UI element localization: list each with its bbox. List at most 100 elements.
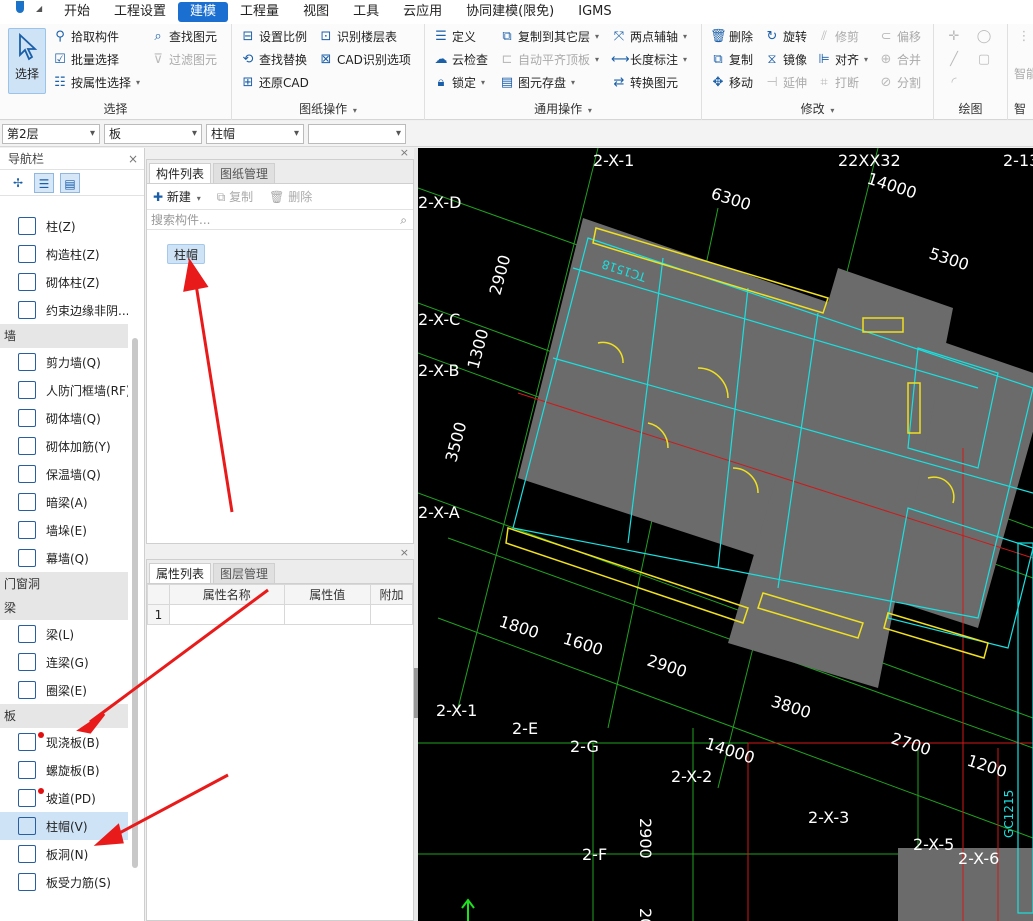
nav-item-column[interactable]: 柱(Z) <box>0 212 128 240</box>
pick-component-button[interactable]: ⚲ 拾取构件 <box>52 27 119 47</box>
nav-category-wall[interactable]: 墙 <box>0 324 128 348</box>
save-element-icon: ▤ <box>500 75 514 90</box>
cad-options-button[interactable]: ⊠ CAD识别选项 <box>318 50 411 70</box>
menu-collab[interactable]: 协同建模(限免) <box>454 2 566 22</box>
extend-button[interactable]: ⊣ 延伸 <box>764 73 807 93</box>
new-button[interactable]: ✚ 新建 ▾ <box>153 188 201 205</box>
draw-circle-button[interactable]: ◯ <box>976 27 992 47</box>
menu-tools[interactable]: 工具 <box>341 2 391 22</box>
nav-item-slab-hole[interactable]: 板洞(N) <box>0 840 128 868</box>
define-button[interactable]: ☰ 定义 <box>433 27 476 47</box>
draw-rect-button[interactable]: ▢ <box>976 50 992 70</box>
menu-quantity[interactable]: 工程量 <box>228 2 291 22</box>
break-button[interactable]: ⌗ 打断 <box>816 73 859 93</box>
cloud-check-button[interactable]: ☁ 云检查 <box>433 50 489 70</box>
smart-button[interactable]: ⋮ <box>1016 27 1032 47</box>
component-item[interactable]: 柱帽 <box>167 244 206 264</box>
trim-button[interactable]: ⫽ 修剪 <box>816 27 859 47</box>
find-replace-button[interactable]: ⟲ 查找替换 <box>240 50 307 70</box>
nav-item-civil-defense-wall[interactable]: 人防门框墙(RF) <box>0 376 128 404</box>
nav-item-masonry-wall[interactable]: 砌体墙(Q) <box>0 404 128 432</box>
tab-layer-manage[interactable]: 图层管理 <box>213 563 276 583</box>
menu-view[interactable]: 视图 <box>291 2 341 22</box>
close-icon[interactable]: × <box>128 148 138 170</box>
nav-item-wall-pier[interactable]: 墙垛(E) <box>0 516 128 544</box>
move-button[interactable]: ✥ 移动 <box>710 73 753 93</box>
set-scale-button[interactable]: ⊟ 设置比例 <box>240 27 307 47</box>
copy-component-button[interactable]: ⧉ 复制 <box>217 188 253 205</box>
delete-button[interactable]: 🗑︎ 删除 <box>710 27 753 47</box>
find-element-button[interactable]: ⌕ 查找图元 <box>150 27 217 47</box>
rotate-button[interactable]: ↻ 旋转 <box>764 27 807 47</box>
save-element-button[interactable]: ▤ 图元存盘 ▾ <box>499 73 575 93</box>
component-select[interactable]: 柱帽 <box>206 124 304 144</box>
identify-floor-table-button[interactable]: ⊡ 识别楼层表 <box>318 27 397 47</box>
nav-category-door-window[interactable]: 门窗洞 <box>0 572 128 596</box>
nav-item-shear-wall[interactable]: 剪力墙(Q) <box>0 348 128 376</box>
nav-item-edge-constraint[interactable]: 约束边缘非阴... <box>0 296 128 324</box>
copy-to-floor-button[interactable]: ⧉ 复制到其它层 ▾ <box>499 27 599 47</box>
close-icon[interactable]: × <box>400 546 409 559</box>
extra-select[interactable] <box>308 124 406 144</box>
nav-item-spiral-slab[interactable]: 螺旋板(B) <box>0 756 128 784</box>
length-mark-button[interactable]: ⟷ 长度标注 ▾ <box>611 50 687 70</box>
mirror-button[interactable]: ⧖ 镜像 <box>764 50 807 70</box>
attribute-list-panel: × 属性列表 图层管理 属性名称 属性值 附加 1 <box>146 546 414 921</box>
detail-view-icon[interactable]: ▤ <box>60 172 80 193</box>
convert-element-button[interactable]: ⇄ 转换图元 <box>611 73 678 93</box>
tab-drawing-manage[interactable]: 图纸管理 <box>213 163 276 183</box>
restore-cad-button[interactable]: ⊞ 还原CAD <box>240 73 309 93</box>
draw-arc-button[interactable]: ◜ <box>946 73 962 93</box>
split-button[interactable]: ⊘ 分割 <box>878 73 921 93</box>
offset-button[interactable]: ⊂ 偏移 <box>878 27 921 47</box>
floor-select[interactable]: 第2层 <box>2 124 100 144</box>
nav-item-cast-slab[interactable]: 现浇板(B) <box>0 728 128 756</box>
close-icon[interactable]: × <box>400 146 409 159</box>
nav-item-masonry-column[interactable]: 砌体柱(Z) <box>0 268 128 296</box>
copy-button[interactable]: ⧉ 复制 <box>710 50 753 70</box>
nav-item-ring-beam[interactable]: 圈梁(E) <box>0 676 128 704</box>
nav-item-insulation-wall[interactable]: 保温墙(Q) <box>0 460 128 488</box>
lock-button[interactable]: 🔒︎ 锁定 ▾ <box>433 73 486 93</box>
draw-point-button[interactable]: ✛ <box>946 27 962 47</box>
pin-icon[interactable]: ✢ <box>8 173 28 193</box>
cad-canvas[interactable]: 2-X-1 22XX32 2-13 2-X-D 2-X-C 2-X-B 2-X-… <box>418 148 1033 921</box>
auto-flat-button[interactable]: ⊏ 自动平齐顶板 ▾ <box>499 50 599 70</box>
type-select[interactable]: 板 <box>104 124 202 144</box>
menu-cloud[interactable]: 云应用 <box>391 2 454 22</box>
masonry-rebar-icon <box>18 437 36 455</box>
nav-item-beam[interactable]: 梁(L) <box>0 620 128 648</box>
nav-item-column-cap[interactable]: 柱帽(V) <box>0 812 128 840</box>
ribbon-group-select: 选择 ⚲ 拾取构件 ☑ 批量选择 ☷ 按属性选择 ▾ ⌕ 查找图元 ⊽ 过滤图元 选择 <box>0 24 232 120</box>
nav-item-construct-column[interactable]: 构造柱(Z) <box>0 240 128 268</box>
nav-scrollbar[interactable] <box>132 338 138 868</box>
tab-component-list[interactable]: 构件列表 <box>149 163 212 183</box>
nav-item-ramp[interactable]: 坡道(PD) <box>0 784 128 812</box>
list-view-icon[interactable]: ☰ <box>34 172 54 193</box>
delete-component-button[interactable]: 🗑︎ 删除 <box>269 188 312 205</box>
merge-button[interactable]: ⊕ 合并 <box>878 50 921 70</box>
nav-item-hidden-beam[interactable]: 暗梁(A) <box>0 488 128 516</box>
length-icon: ⟷ <box>611 52 630 67</box>
table-row[interactable]: 1 <box>147 604 413 625</box>
nav-category-slab[interactable]: 板 <box>0 704 128 728</box>
nav-item-link-beam[interactable]: 连梁(G) <box>0 648 128 676</box>
tab-attribute-list[interactable]: 属性列表 <box>149 563 212 583</box>
menu-modeling[interactable]: 建模 <box>178 2 229 22</box>
batch-select-button[interactable]: ☑ 批量选择 <box>52 50 119 70</box>
draw-line-button[interactable]: ╱ <box>946 50 962 70</box>
two-point-axis-button[interactable]: ⤧ 两点辅轴 ▾ <box>611 27 687 47</box>
nav-item-slab-rebar[interactable]: 板受力筋(S) <box>0 868 128 896</box>
nav-category-beam[interactable]: 梁 <box>0 596 128 620</box>
filter-element-button[interactable]: ⊽ 过滤图元 <box>150 50 217 70</box>
menu-project-settings[interactable]: 工程设置 <box>102 2 178 22</box>
align-button[interactable]: ⊫ 对齐 ▾ <box>816 50 868 70</box>
menu-start[interactable]: 开始 <box>52 2 102 22</box>
select-button[interactable]: 选择 <box>8 28 46 94</box>
select-by-attr-button[interactable]: ☷ 按属性选择 ▾ <box>52 73 140 93</box>
nav-item-masonry-rebar[interactable]: 砌体加筋(Y) <box>0 432 128 460</box>
move-icon: ✥ <box>712 75 724 90</box>
component-search-input[interactable]: 搜索构件... ⌕ <box>147 210 413 230</box>
nav-item-curtain-wall[interactable]: 幕墙(Q) <box>0 544 128 572</box>
menu-igms[interactable]: IGMS <box>566 2 623 22</box>
